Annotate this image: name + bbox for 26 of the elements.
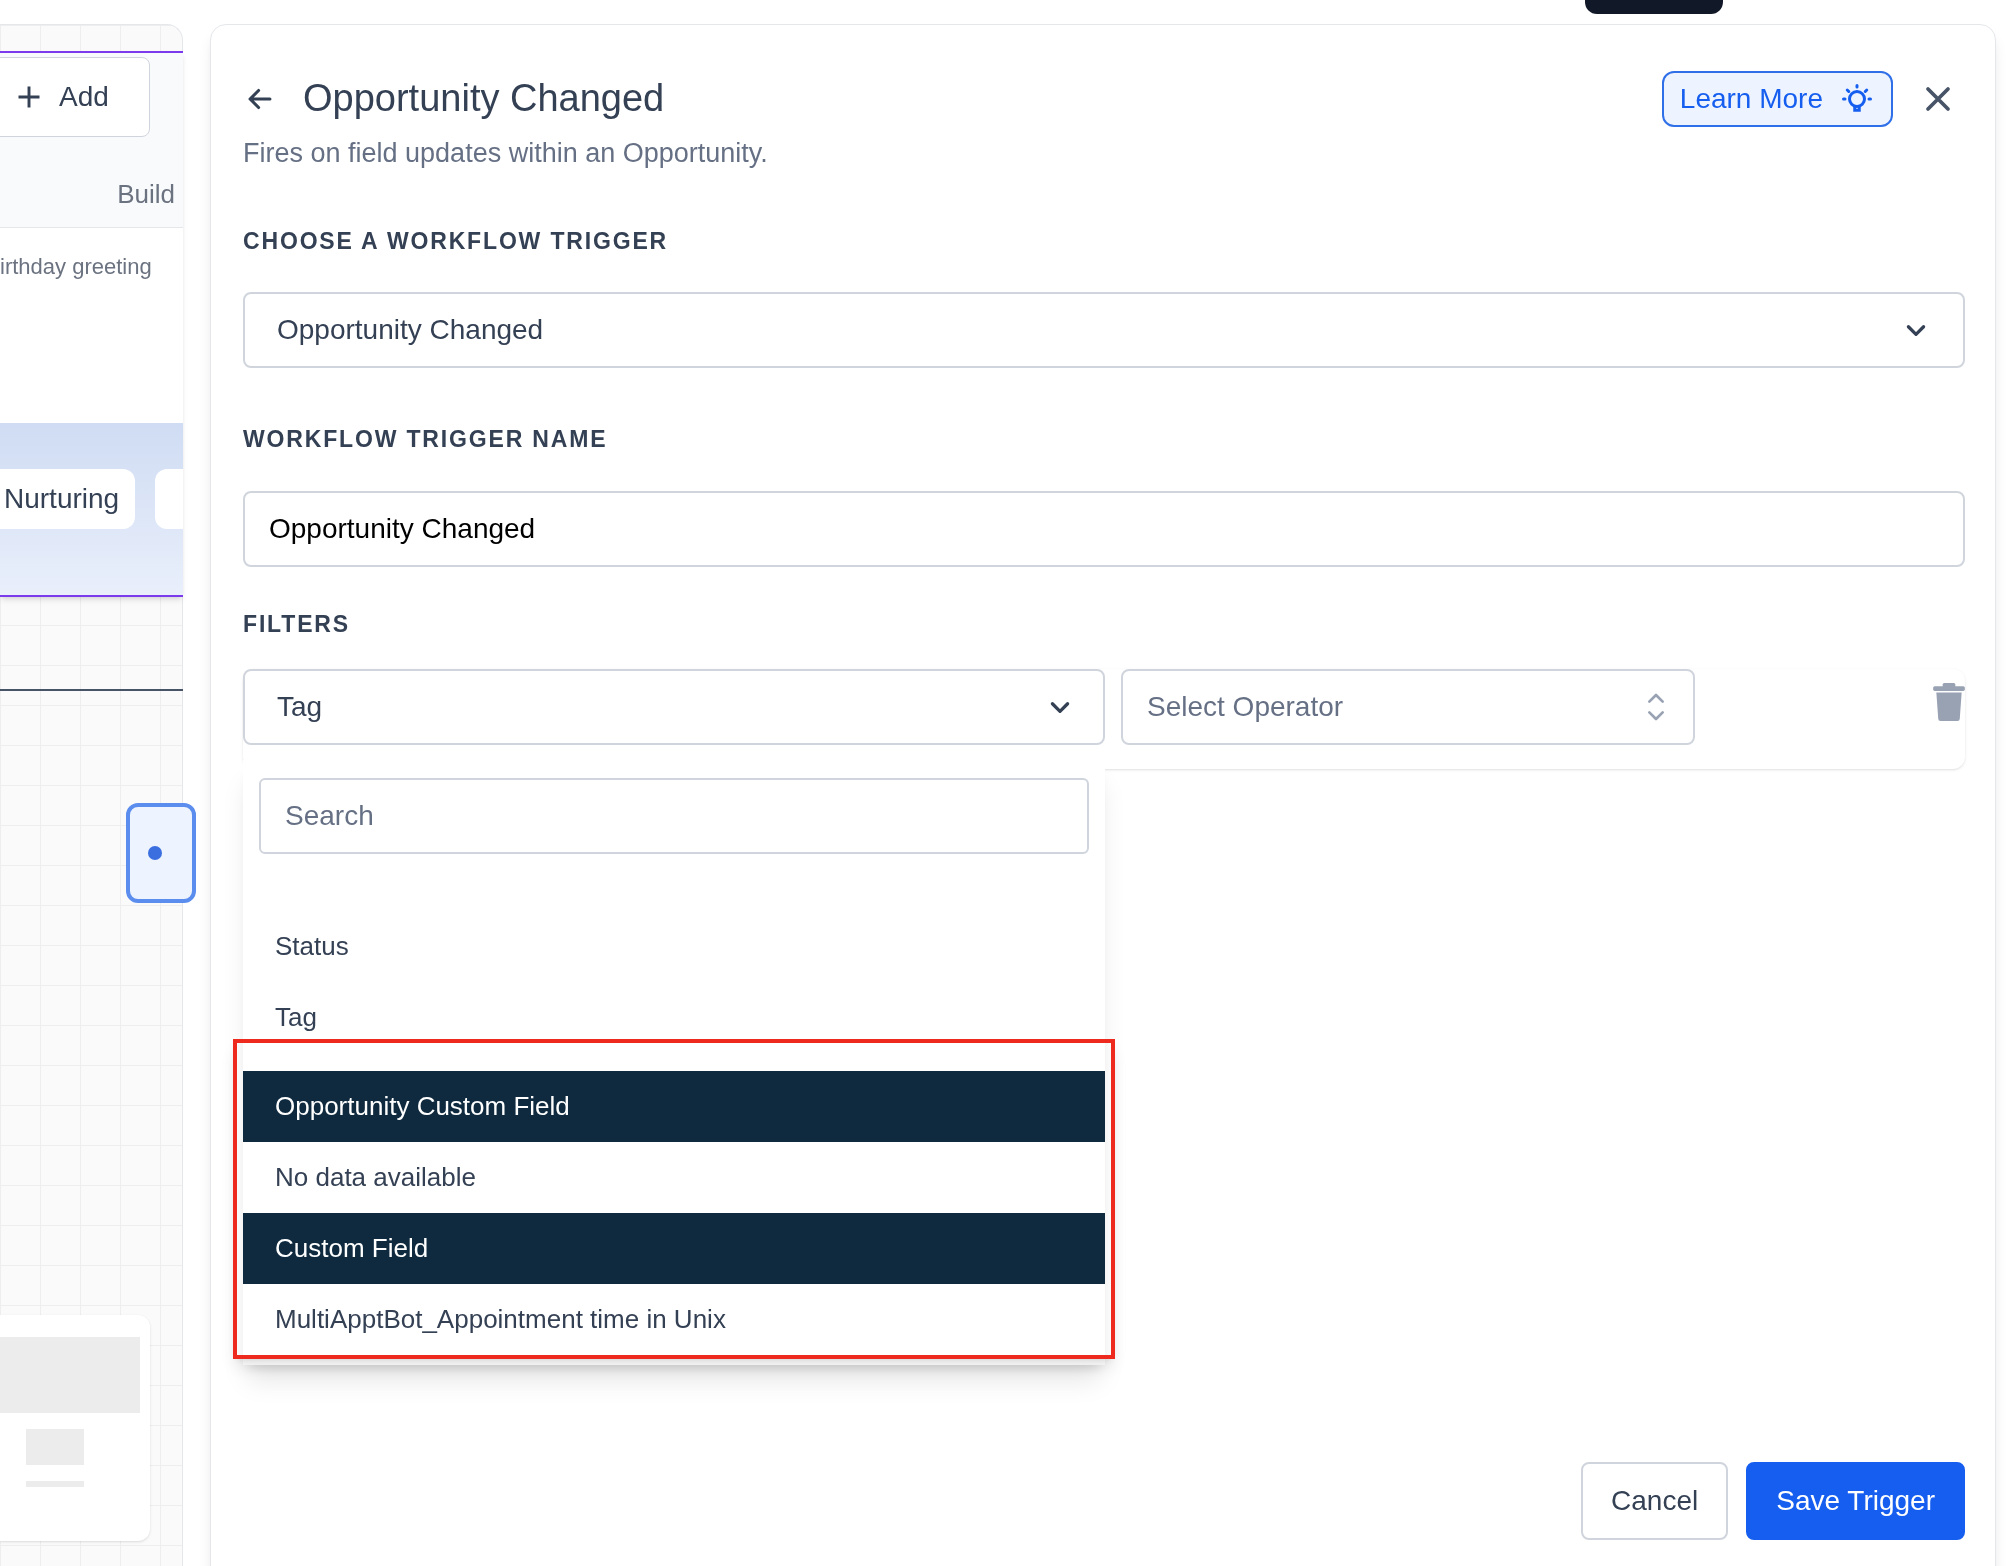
trigger-select[interactable]: Opportunity Changed: [243, 292, 1965, 368]
panel-subtitle: Fires on field updates within an Opportunity.: [243, 137, 769, 170]
learn-more-button[interactable]: Learn More: [1661, 70, 1893, 127]
empty-message: No data available: [275, 1161, 476, 1194]
section-label: FILTERS: [243, 609, 351, 639]
card-description: irthday greeting: [0, 254, 152, 279]
dropdown-option[interactable]: Tag: [243, 982, 1105, 1053]
section-label: WORKFLOW TRIGGER NAME: [243, 425, 609, 454]
field-select[interactable]: Tag: [243, 669, 1105, 745]
operator-select[interactable]: Select Operator: [1121, 669, 1695, 745]
group-header: Opportunity Custom Field: [243, 1071, 1105, 1142]
dropdown-option[interactable]: MultiApptBot_Appointment time in Unix: [243, 1284, 1105, 1355]
card-subtitle: Build: [117, 178, 175, 211]
trash-icon[interactable]: [1933, 683, 1965, 721]
tag-chip: Nurturing: [0, 469, 136, 529]
trigger-name-field[interactable]: Opportunity Changed: [243, 490, 1965, 567]
cancel-button[interactable]: Cancel: [1581, 1462, 1729, 1540]
group-header: Custom Field: [243, 1213, 1105, 1284]
tag-chip: [155, 469, 183, 529]
section-label: CHOOSE A WORKFLOW TRIGGER: [243, 226, 670, 256]
add-button[interactable]: Add: [0, 57, 150, 137]
search-field[interactable]: Search: [259, 778, 1089, 854]
up-down-chevron-icon: [1645, 691, 1667, 723]
dropdown-option[interactable]: Status: [243, 911, 1105, 982]
panel-title: Opportunity Changed: [303, 76, 665, 121]
save-button[interactable]: Save Trigger: [1746, 1462, 1965, 1540]
